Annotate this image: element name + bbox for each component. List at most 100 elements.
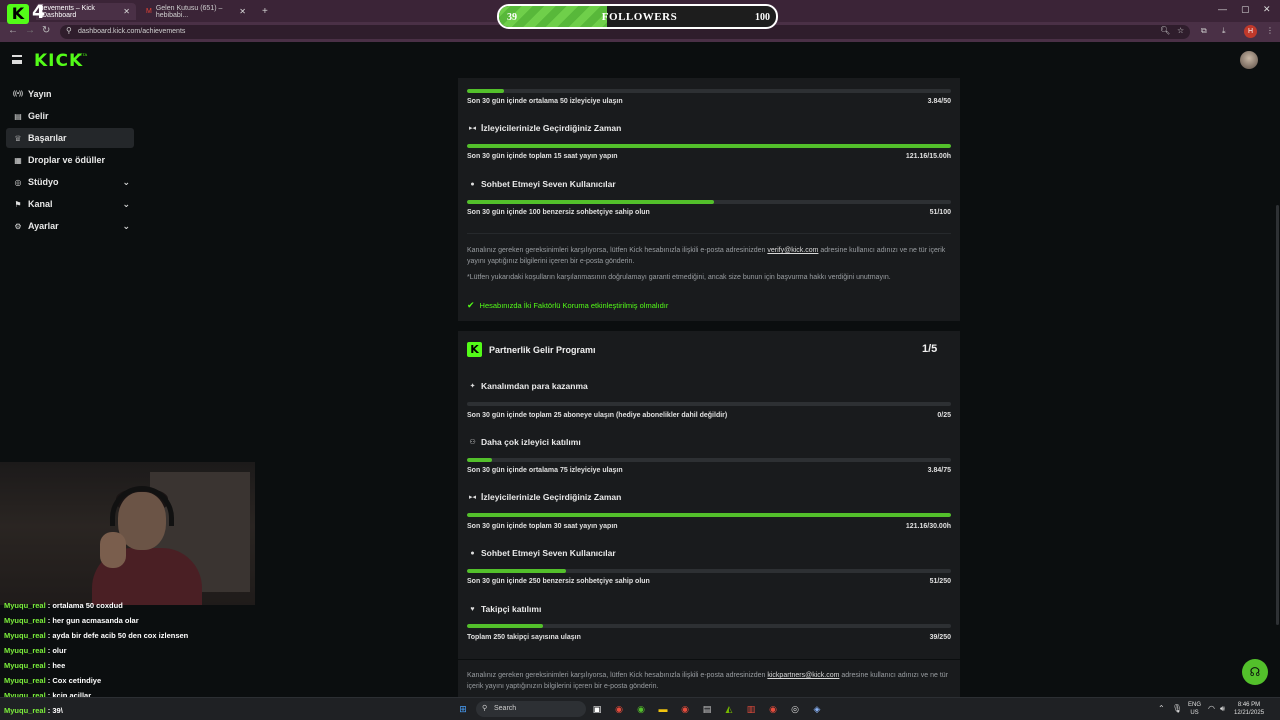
- progress-fill: [467, 458, 492, 462]
- kick-logo[interactable]: KICK: [34, 51, 83, 71]
- followers-goal: 100: [755, 12, 770, 23]
- progress-bar: [467, 513, 951, 517]
- progress-bar: [467, 200, 951, 204]
- chevron-down-icon[interactable]: ⌄: [122, 221, 130, 232]
- hamburger-menu-icon[interactable]: [12, 55, 22, 64]
- chevron-down-icon[interactable]: ⌄: [122, 199, 130, 210]
- sidebar-item-studyo[interactable]: ◎ Stüdyo ⌄: [6, 172, 134, 192]
- chat-message: Myuqu_real : Cox cetindiye: [4, 676, 102, 685]
- windows-start-icon[interactable]: ⊞: [456, 702, 470, 716]
- progress-value: 3.84/50: [927, 98, 951, 105]
- requirement-text: Son 30 gün içinde ortalama 75 izleyiciye…: [467, 467, 623, 474]
- sidebar-item-basarilar[interactable]: ♕ Başarılar: [6, 128, 134, 148]
- card-title: K Partnerlik Gelir Programı: [467, 342, 596, 357]
- chevron-down-icon[interactable]: ⌄: [122, 177, 130, 188]
- time-icon: ▸◂: [468, 494, 477, 501]
- progress-value: 3.84/75: [927, 467, 951, 474]
- sidebar-item-yayin[interactable]: ((•)) Yayın: [6, 84, 134, 104]
- progress-value: 51/250: [929, 578, 951, 585]
- back-icon[interactable]: ←: [8, 25, 18, 36]
- downloads-icon[interactable]: ⤓: [1222, 26, 1226, 36]
- chat-icon: ●: [470, 180, 475, 188]
- sidebar-item-ayarlar[interactable]: ⚙ Ayarlar ⌄: [6, 216, 134, 236]
- sidebar-item-kanal[interactable]: ⚑ Kanal ⌄: [6, 194, 134, 214]
- section-title: ▸◂ İzleyicilerinizle Geçirdiğiniz Zaman: [468, 492, 622, 502]
- volume-icon[interactable]: 🔊︎: [1220, 704, 1225, 714]
- support-chat-button[interactable]: ☊: [1242, 659, 1268, 685]
- followers-goal-bar: 39 FOLLOWERS 100: [497, 4, 778, 29]
- partner-email-link[interactable]: kickpartners@kick.com: [767, 672, 839, 679]
- progress-fill: [467, 200, 714, 204]
- tab-kick-dashboard[interactable]: ievements – Kick Dashboard ✕: [36, 3, 136, 20]
- section-title: ✦ Kanalımdan para kazanma: [467, 381, 588, 391]
- app-icon[interactable]: ▥: [744, 702, 758, 716]
- time-icon: ▸◂: [468, 125, 477, 132]
- wifi-icon[interactable]: ◠: [1208, 704, 1215, 713]
- chat-message: Myuqu_real : hee: [4, 661, 66, 670]
- beta-badge: BETA: [77, 52, 88, 57]
- taskbar-clock[interactable]: 8:46 PM 12/21/2025: [1234, 701, 1264, 717]
- chat-message: Myuqu_real : olur: [4, 646, 67, 655]
- bookmark-star-icon[interactable]: ☆: [1177, 26, 1184, 35]
- nvidia-icon[interactable]: ◭: [722, 702, 736, 716]
- file-explorer-icon[interactable]: ▬: [656, 702, 670, 716]
- sidebar: ((•)) Yayın ▤ Gelir ♕ Başarılar ▦ Dropla…: [0, 80, 140, 480]
- progress-bar: [467, 402, 951, 406]
- close-tab-icon[interactable]: ✕: [239, 7, 246, 16]
- browser-icon[interactable]: ◉: [678, 702, 692, 716]
- progress-bar: [467, 144, 951, 148]
- divider: [458, 659, 960, 660]
- chrome-active-icon[interactable]: ◉: [766, 702, 780, 716]
- tab-gmail[interactable]: M Gelen Kutusu (651) – hebibabi... ✕: [140, 3, 252, 20]
- page-scrollbar[interactable]: [1276, 205, 1279, 625]
- headset-icon: ☊: [1249, 665, 1261, 679]
- zoom-icon[interactable]: 🔍︎: [1160, 26, 1170, 35]
- progress-bar: [467, 458, 951, 462]
- sidebar-item-droplar[interactable]: ▦ Droplar ve ödüller: [6, 150, 134, 170]
- chat-message: Myuqu_real : ortalama 50 coxdud: [4, 601, 123, 610]
- webcam-person-hand: [100, 532, 126, 568]
- gift-icon: ▦: [14, 155, 22, 165]
- maximize-icon[interactable]: ▢: [1241, 4, 1250, 15]
- steam-icon[interactable]: ◈: [810, 702, 824, 716]
- microphone-icon[interactable]: 🎙︎: [1172, 704, 1182, 713]
- language-indicator[interactable]: ENG US: [1188, 701, 1201, 717]
- extensions-icon[interactable]: ⧉: [1201, 26, 1207, 36]
- requirement-text: Son 30 gün içinde toplam 15 saat yayın y…: [467, 153, 618, 160]
- reload-icon[interactable]: ↻: [42, 25, 50, 36]
- chat-message: Myuqu_real : her gun acmasanda olar: [4, 616, 139, 625]
- webcam-overlay: [0, 462, 255, 605]
- studio-icon: ◎: [14, 177, 22, 187]
- site-info-icon[interactable]: ⚲: [66, 26, 72, 35]
- chrome-alt-icon[interactable]: ◉: [634, 702, 648, 716]
- twofa-requirement: ✔ Hesabınızda İki Faktörlü Koruma etkinl…: [467, 300, 669, 310]
- checkmark-icon: ✔: [467, 300, 475, 310]
- followers-label: FOLLOWERS: [601, 11, 678, 23]
- section-title: ● Sohbet Etmeyi Seven Kullanıcılar: [467, 548, 615, 558]
- sidebar-item-gelir[interactable]: ▤ Gelir: [6, 106, 134, 126]
- browser-menu-icon[interactable]: ⋮: [1266, 26, 1274, 35]
- chat-icon: ●: [470, 549, 475, 557]
- tray-chevron-icon[interactable]: ⌃: [1158, 704, 1165, 713]
- store-icon[interactable]: ▤: [700, 702, 714, 716]
- chrome-icon[interactable]: ◉: [612, 702, 626, 716]
- close-tab-icon[interactable]: ✕: [123, 7, 130, 16]
- url-text: dashboard.kick.com/achievements: [78, 28, 186, 35]
- browser-profile-avatar[interactable]: H: [1244, 25, 1257, 38]
- obs-icon[interactable]: ◎: [788, 702, 802, 716]
- progress-fill: [467, 624, 543, 628]
- progress-bar: [467, 624, 951, 628]
- chat-message: Myuqu_real : ayda bir defe acib 50 den c…: [4, 631, 189, 640]
- users-icon: ⚇: [469, 439, 476, 446]
- progress-value: 121.16/30.00h: [905, 523, 951, 530]
- minimize-icon[interactable]: —: [1218, 4, 1227, 14]
- task-view-icon[interactable]: ▣: [590, 702, 604, 716]
- requirement-text: Toplam 250 takipçi sayısına ulaşın: [467, 634, 581, 641]
- new-tab-button[interactable]: +: [256, 3, 272, 20]
- requirement-text: Son 30 gün içinde 250 benzersiz sohbetçi…: [467, 578, 650, 585]
- user-avatar[interactable]: [1240, 51, 1258, 69]
- taskbar-search[interactable]: Search: [476, 701, 586, 717]
- forward-icon[interactable]: →: [25, 25, 35, 36]
- close-window-icon[interactable]: ✕: [1263, 4, 1271, 15]
- verify-email-link[interactable]: verify@kick.com: [767, 247, 818, 254]
